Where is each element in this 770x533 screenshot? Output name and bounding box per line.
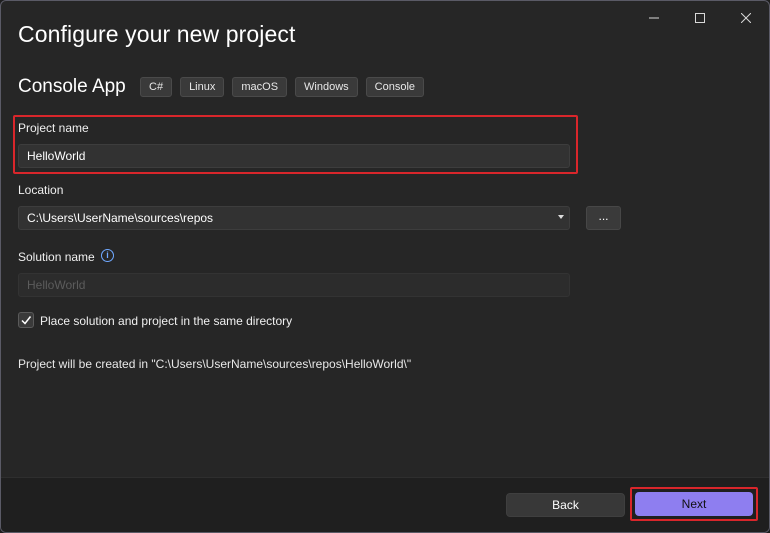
same-directory-checkbox[interactable]	[18, 312, 34, 328]
location-dropdown[interactable]: C:\Users\UserName\sources\repos	[18, 206, 570, 230]
chevron-down-icon	[558, 215, 564, 219]
checkmark-icon	[21, 316, 32, 325]
project-name-label: Project name	[18, 121, 89, 135]
tag-windows: Windows	[295, 77, 358, 97]
tag-linux: Linux	[180, 77, 225, 97]
maximize-icon	[695, 13, 705, 23]
configure-project-dialog: Configure your new project Console App C…	[0, 0, 770, 533]
close-button[interactable]	[723, 7, 769, 29]
location-value: C:\Users\UserName\sources\repos	[27, 211, 214, 225]
same-directory-label[interactable]: Place solution and project in the same d…	[40, 314, 292, 328]
project-name-input[interactable]: HelloWorld	[18, 144, 570, 168]
solution-name-input: HelloWorld	[18, 273, 570, 297]
browse-location-button[interactable]: ...	[586, 206, 621, 230]
dialog-title: Configure your new project	[18, 21, 296, 47]
tag-console: Console	[365, 77, 425, 97]
template-tags: C# Linux macOS Windows Console	[140, 77, 425, 97]
info-icon[interactable]: i	[101, 249, 114, 262]
minimize-icon	[649, 17, 659, 19]
project-path-info: Project will be created in "C:\Users\Use…	[18, 357, 412, 371]
next-button[interactable]: Next	[635, 492, 753, 516]
window-controls	[631, 7, 769, 29]
minimize-button[interactable]	[631, 7, 677, 29]
tag-csharp: C#	[140, 77, 173, 97]
back-button[interactable]: Back	[506, 493, 625, 517]
solution-name-label: Solution name	[18, 250, 95, 264]
location-label: Location	[18, 183, 64, 197]
close-icon	[741, 13, 751, 23]
template-name: Console App	[18, 76, 126, 97]
maximize-button[interactable]	[677, 7, 723, 29]
tag-macos: macOS	[232, 77, 288, 97]
